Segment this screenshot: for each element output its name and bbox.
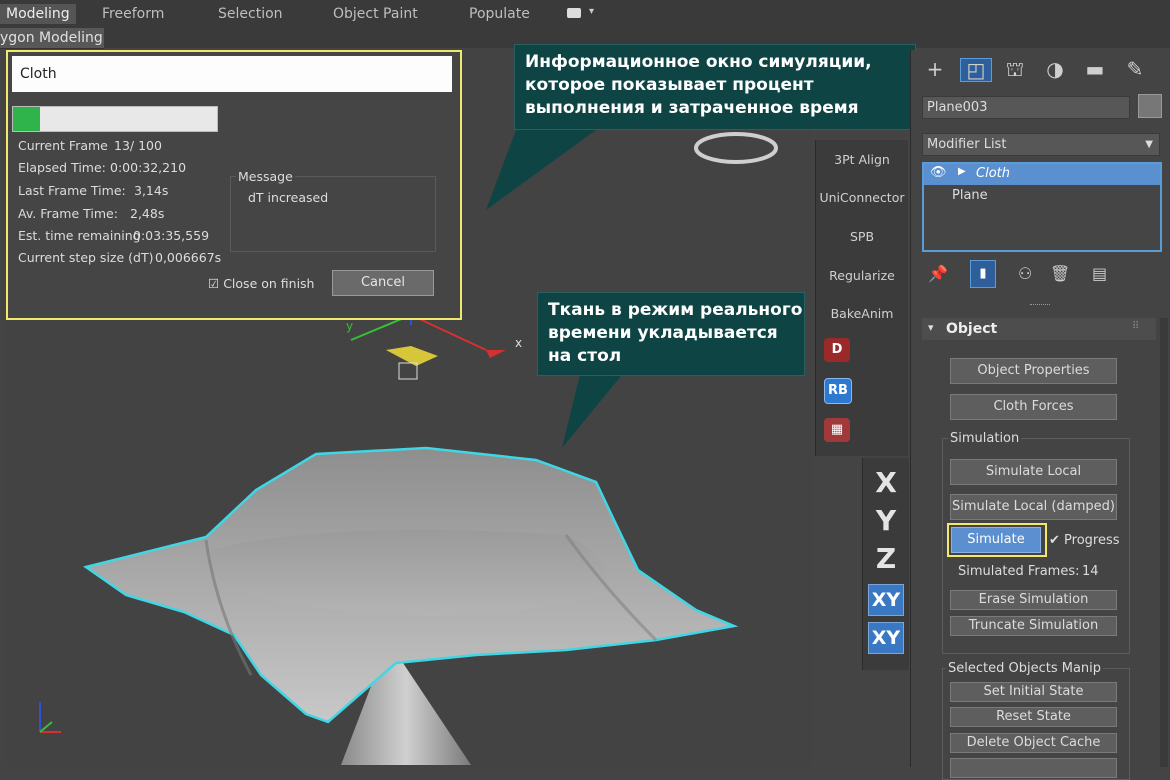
- message-box: [230, 176, 436, 252]
- util-spb[interactable]: SPB: [816, 229, 908, 244]
- stat-current-frame: Current Frame 13/ 100: [18, 138, 162, 153]
- object-name-field[interactable]: Plane003: [922, 96, 1130, 119]
- modifier-stack: 👁 ▶ Cloth Plane: [922, 162, 1162, 252]
- axis-z-button[interactable]: Z: [863, 542, 909, 575]
- gizmo-x-label: x: [515, 336, 522, 350]
- modify-icon[interactable]: ◰: [960, 58, 992, 82]
- util-bakeanim[interactable]: BakeAnim: [816, 306, 908, 321]
- simulate-local-button[interactable]: Simulate Local: [950, 459, 1117, 485]
- show-end-result-icon[interactable]: ▮: [970, 260, 996, 288]
- object-properties-button[interactable]: Object Properties: [950, 358, 1117, 384]
- delete-object-cache-button[interactable]: Delete Object Cache: [950, 733, 1117, 753]
- modifier-list-dropdown[interactable]: Modifier List ▼: [922, 133, 1160, 156]
- checkmark-icon: ✔: [1049, 533, 1060, 548]
- chevron-down-icon: ▼: [1145, 139, 1153, 150]
- stack-item-plane[interactable]: Plane: [952, 188, 988, 203]
- hierarchy-icon[interactable]: ⛫: [1000, 58, 1030, 80]
- simulate-local-damped-button[interactable]: Simulate Local (damped): [950, 494, 1117, 520]
- ribbon-options-icon[interactable]: [567, 8, 581, 18]
- grip-icon: ⠿: [1132, 321, 1140, 332]
- axis-constraints-toolbar: X Y Z XY XY: [862, 458, 909, 670]
- pin-stack-icon[interactable]: 📌: [928, 264, 948, 283]
- set-initial-state-button[interactable]: Set Initial State: [950, 682, 1117, 702]
- stack-item-cloth[interactable]: 👁 ▶ Cloth: [924, 164, 1160, 185]
- make-unique-icon[interactable]: ⚇: [1018, 264, 1032, 283]
- axis-y-button[interactable]: Y: [863, 504, 909, 537]
- viewcube-ring: [694, 132, 778, 164]
- brick-tool-icon[interactable]: ▦: [824, 418, 850, 442]
- cancel-button[interactable]: Cancel: [332, 270, 434, 296]
- stat-elapsed-time: Elapsed Time: 0:00:32,210: [18, 160, 187, 175]
- stat-last-frame-time: Last Frame Time: 3,14s: [18, 183, 169, 198]
- ribbon: Modeling Freeform Selection Object Paint…: [0, 0, 1170, 29]
- chevron-down-icon[interactable]: ▾: [589, 6, 594, 17]
- simulation-group-label: Simulation: [948, 431, 1022, 446]
- subtab-polygon-modeling[interactable]: ygon Modeling: [0, 28, 104, 49]
- selected-objects-group-label: Selected Objects Manip: [946, 661, 1104, 676]
- util-3pt-align[interactable]: 3Pt Align: [816, 152, 908, 167]
- cloth-forces-button[interactable]: Cloth Forces: [950, 394, 1117, 420]
- stat-step-size: Current step size (dT) 0,006667s: [18, 250, 222, 265]
- progress-fill: [13, 107, 40, 131]
- tab-modeling[interactable]: Modeling: [0, 4, 76, 24]
- simulation-progress-bar: [12, 106, 218, 132]
- expand-arrow-icon: ▶: [958, 166, 966, 177]
- transform-gizmo: y x: [346, 314, 522, 380]
- erase-simulation-button[interactable]: Erase Simulation: [950, 590, 1117, 610]
- object-color-swatch[interactable]: [1138, 94, 1162, 118]
- motion-icon[interactable]: ◑: [1040, 58, 1070, 80]
- axis-xy-button[interactable]: XY: [868, 584, 904, 616]
- progress-checkbox[interactable]: ✔ Progress: [1049, 533, 1120, 548]
- callout-cloth-pointer: [562, 370, 626, 448]
- axis-xy-cycle-button[interactable]: XY: [868, 622, 904, 654]
- panel-scrollbar[interactable]: [1160, 318, 1168, 767]
- utilities-icon[interactable]: ✎: [1120, 58, 1150, 80]
- simulated-frames-label: Simulated Frames:: [958, 564, 1080, 579]
- tab-selection[interactable]: Selection: [218, 4, 283, 24]
- gizmo-y-label: y: [346, 319, 353, 333]
- rb-tool-icon[interactable]: RB: [824, 378, 852, 404]
- display-icon[interactable]: ▬: [1080, 58, 1110, 80]
- message-text: dT increased: [248, 190, 329, 205]
- cloth-simulation-window: Cloth Current Frame 13/ 100 Elapsed Time:…: [6, 50, 462, 320]
- stat-est-remaining: Est. time remaining 0:03:35,559: [18, 228, 210, 243]
- reset-state-button[interactable]: Reset State: [950, 707, 1117, 727]
- close-on-finish-checkbox[interactable]: ☑ Close on finish: [208, 276, 314, 291]
- tab-object-paint[interactable]: Object Paint: [333, 4, 418, 24]
- stat-av-frame-time: Av. Frame Time: 2,48s: [18, 206, 165, 221]
- world-axis-icon: [39, 702, 61, 733]
- partial-button[interactable]: [950, 758, 1117, 778]
- callout-info-pointer: [486, 130, 596, 210]
- checkmark-icon: ☑: [208, 276, 220, 291]
- cloth-window-title: Cloth: [12, 56, 452, 92]
- axis-x-button[interactable]: X: [863, 466, 909, 499]
- utility-toolbar: 3Pt Align UniConnector SPB Regularize Ba…: [815, 140, 908, 456]
- tab-populate[interactable]: Populate: [469, 4, 530, 24]
- d-tool-icon[interactable]: D: [824, 338, 850, 362]
- eye-icon: 👁: [930, 165, 947, 180]
- create-icon[interactable]: +: [920, 58, 950, 80]
- message-label: Message: [236, 169, 295, 184]
- callout-cloth-realtime: Ткань в режим реального времени укладыва…: [537, 292, 805, 376]
- util-regularize[interactable]: Regularize: [816, 268, 908, 283]
- util-uniconnector[interactable]: UniConnector: [816, 190, 908, 205]
- panel-separator: [1030, 304, 1050, 307]
- remove-modifier-icon[interactable]: 🗑: [1050, 264, 1070, 283]
- simulate-button[interactable]: Simulate: [951, 527, 1041, 553]
- collapse-icon: ▾: [928, 321, 934, 334]
- object-rollout-header[interactable]: ▾ Object ⠿: [922, 318, 1156, 340]
- tab-freeform[interactable]: Freeform: [102, 4, 164, 24]
- configure-sets-icon[interactable]: ▤: [1092, 264, 1107, 283]
- callout-info-window: Информационное окно симуляции, которое п…: [514, 44, 916, 130]
- truncate-simulation-button[interactable]: Truncate Simulation: [950, 616, 1117, 636]
- simulated-frames-value: 14: [1082, 564, 1099, 579]
